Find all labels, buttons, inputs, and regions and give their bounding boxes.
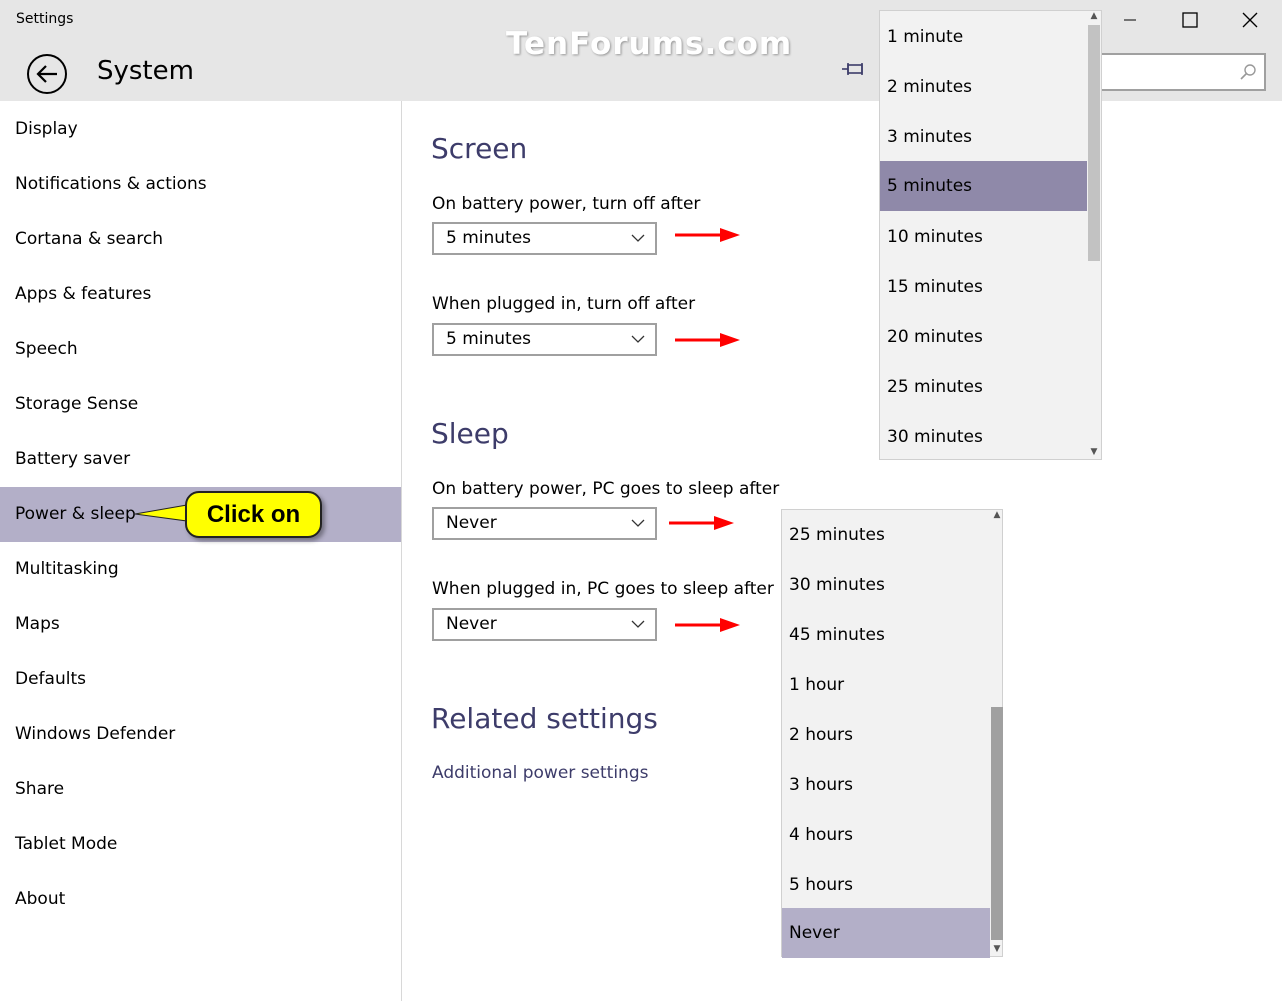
dropdown-option[interactable]: 2 hours <box>782 710 990 760</box>
click-on-callout: Click on <box>185 491 322 538</box>
dropdown-option[interactable]: 25 minutes <box>880 362 1087 412</box>
maximize-button[interactable] <box>1160 0 1220 40</box>
back-arrow-icon <box>36 65 57 83</box>
red-arrow-icon <box>675 228 740 242</box>
maximize-icon <box>1182 12 1198 28</box>
watermark: TenForums.com <box>506 26 793 62</box>
dropdown-option[interactable]: 3 hours <box>782 760 990 810</box>
dropdown-option[interactable]: 10 minutes <box>880 212 1087 262</box>
close-button[interactable] <box>1220 0 1280 40</box>
sidebar-item-battery[interactable]: Battery saver <box>0 432 401 487</box>
screen-heading: Screen <box>431 132 528 165</box>
chevron-down-icon <box>631 234 645 242</box>
screen-plugged-value: 5 minutes <box>446 329 532 349</box>
dropdown-option[interactable]: 1 minute <box>880 12 1087 62</box>
sleep-battery-value: Never <box>446 513 497 533</box>
sleep-battery-select[interactable]: Never <box>432 507 657 540</box>
app-title: Settings <box>16 11 74 27</box>
scroll-down-icon[interactable]: ▼ <box>990 944 1004 954</box>
sidebar-item-apps[interactable]: Apps & features <box>0 267 401 322</box>
screen-battery-label: On battery power, turn off after <box>432 194 701 214</box>
sidebar-item-defender[interactable]: Windows Defender <box>0 707 401 762</box>
dropdown-option[interactable]: 30 minutes <box>782 560 990 610</box>
dropdown-option-selected[interactable]: Never <box>782 908 990 958</box>
screen-plugged-select[interactable]: 5 minutes <box>432 323 657 356</box>
dropdown-option[interactable]: 5 hours <box>782 860 990 910</box>
scrollbar-thumb[interactable] <box>991 707 1003 940</box>
sidebar-item-maps[interactable]: Maps <box>0 597 401 652</box>
sleep-plugged-select[interactable]: Never <box>432 608 657 641</box>
sidebar-item-notifications[interactable]: Notifications & actions <box>0 157 401 212</box>
minimize-icon <box>1124 19 1136 21</box>
pin-button[interactable] <box>840 60 868 82</box>
dropdown-option[interactable]: 25 minutes <box>782 510 990 560</box>
chevron-down-icon <box>631 620 645 628</box>
sidebar-item-multitasking[interactable]: Multitasking <box>0 542 401 597</box>
sidebar-item-about[interactable]: About <box>0 872 401 927</box>
screen-timeout-dropdown: 1 minute 2 minutes 3 minutes 5 minutes 1… <box>879 10 1102 460</box>
sleep-timeout-dropdown: 25 minutes 30 minutes 45 minutes 1 hour … <box>781 509 1004 958</box>
minimize-button[interactable] <box>1100 0 1160 40</box>
back-button[interactable] <box>27 54 67 94</box>
scroll-down-icon[interactable]: ▼ <box>1087 447 1101 457</box>
chevron-down-icon <box>631 519 645 527</box>
dropdown-option[interactable]: 30 minutes <box>880 412 1087 462</box>
screen-battery-value: 5 minutes <box>446 228 532 248</box>
callout-pointer <box>135 504 188 522</box>
scrollbar-thumb[interactable] <box>1088 25 1100 261</box>
dropdown-option[interactable]: 1 hour <box>782 660 990 710</box>
scroll-up-icon[interactable]: ▲ <box>1087 11 1101 21</box>
sidebar-item-speech[interactable]: Speech <box>0 322 401 377</box>
red-arrow-icon <box>675 333 740 347</box>
screen-battery-select[interactable]: 5 minutes <box>432 222 657 255</box>
dropdown-option[interactable]: 45 minutes <box>782 610 990 660</box>
additional-power-settings-link[interactable]: Additional power settings <box>432 763 648 783</box>
sidebar-item-share[interactable]: Share <box>0 762 401 817</box>
sidebar: Display Notifications & actions Cortana … <box>0 101 402 1001</box>
sleep-plugged-value: Never <box>446 614 497 634</box>
sleep-heading: Sleep <box>431 417 509 450</box>
sleep-battery-label: On battery power, PC goes to sleep after <box>432 479 780 499</box>
sleep-plugged-label: When plugged in, PC goes to sleep after <box>432 579 774 599</box>
scroll-up-icon[interactable]: ▲ <box>990 510 1004 520</box>
close-icon <box>1242 12 1258 28</box>
red-arrow-icon <box>669 516 734 530</box>
dropdown-option[interactable]: 3 minutes <box>880 112 1087 162</box>
red-arrow-icon <box>675 618 740 632</box>
dropdown-option[interactable]: 4 hours <box>782 810 990 860</box>
search-icon <box>1240 64 1256 80</box>
sidebar-item-cortana[interactable]: Cortana & search <box>0 212 401 267</box>
sidebar-item-tablet[interactable]: Tablet Mode <box>0 817 401 872</box>
dropdown-option[interactable]: 20 minutes <box>880 312 1087 362</box>
sidebar-item-defaults[interactable]: Defaults <box>0 652 401 707</box>
page-title: System <box>97 56 194 86</box>
sidebar-item-storage[interactable]: Storage Sense <box>0 377 401 432</box>
dropdown-option[interactable]: 15 minutes <box>880 262 1087 312</box>
screen-plugged-label: When plugged in, turn off after <box>432 294 696 314</box>
dropdown-option[interactable]: 2 minutes <box>880 62 1087 112</box>
sidebar-item-display[interactable]: Display <box>0 102 401 157</box>
related-settings-heading: Related settings <box>431 702 658 735</box>
search-input[interactable] <box>1090 53 1266 91</box>
chevron-down-icon <box>631 335 645 343</box>
dropdown-option-selected[interactable]: 5 minutes <box>880 161 1087 211</box>
pin-icon <box>842 63 863 75</box>
